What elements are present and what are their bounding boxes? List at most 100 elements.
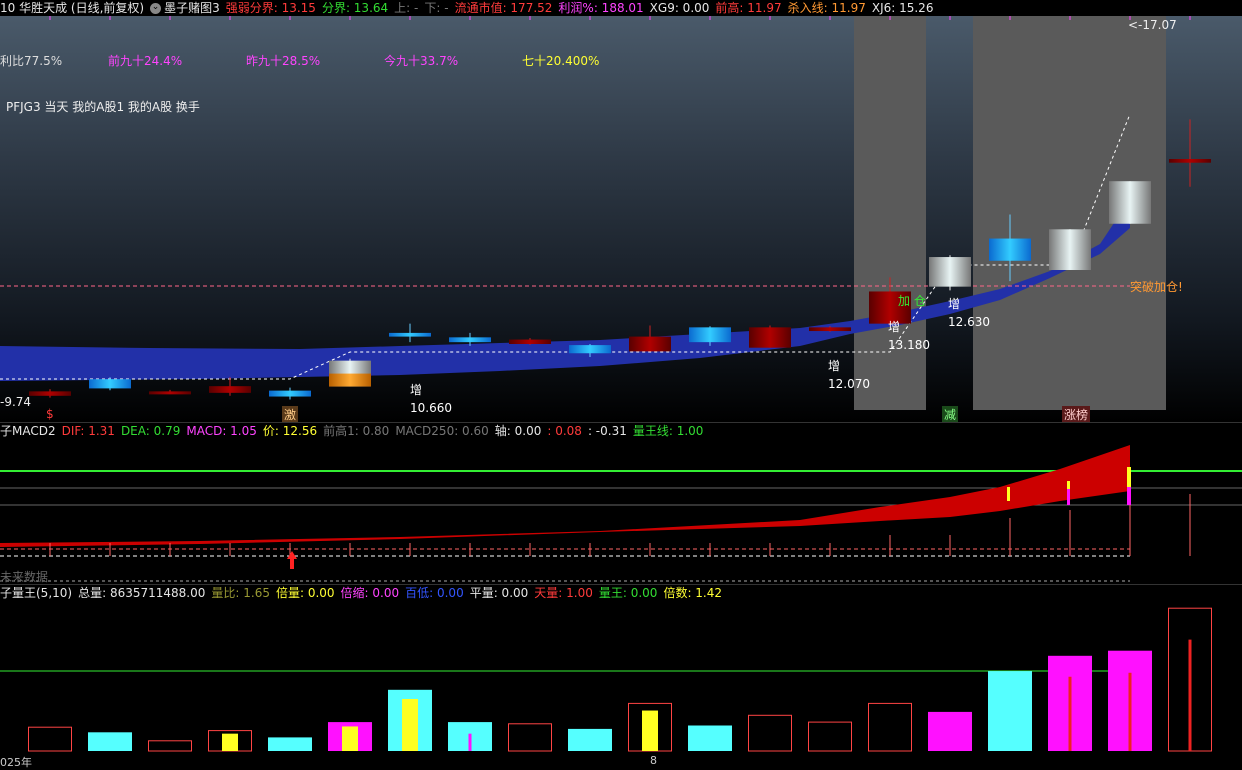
candle-body-lower [329,373,371,387]
indicator-item: MACD: 1.05 [186,424,257,438]
dollar-marker: $ [46,407,54,421]
zhangting-marker: 涨榜 [1062,406,1091,423]
volume-bar [88,732,132,751]
future-data-label: 未来数据 [0,570,49,584]
annotation-value: 12.630 [948,315,990,329]
indicator-item: 强弱分界: 13.15 [225,1,316,15]
indicator-item: 子MACD2 [0,424,56,438]
macd-yellow-mark [1067,481,1070,489]
volume-indicator-row: 子量王(5,10) 总量: 8635711488.00 量比: 1.65 倍量: 0.… [0,585,728,601]
candle-body [629,336,671,352]
indicator-item: 利润%: 188.01 [558,1,644,15]
indicator-item: : -0.31 [587,424,627,438]
stat-item: 昨九十28.5% [246,54,321,68]
candle-body [929,257,971,287]
main-chart-panel[interactable]: 利比77.5% 前九十24.4% 昨九十28.5% 今九十33.7% 七十20.400%… [0,16,1242,423]
candle-body [89,379,131,389]
candle-body [989,238,1031,261]
annotation-tag: 增 [828,359,841,373]
indicator-item: 墨子赌图3 [164,1,220,15]
xaxis-left-label: 025年 [0,756,32,769]
indicator-item: 杀入线: 11.97 [787,1,866,15]
candle-body [809,327,851,332]
volume-bar [928,711,972,751]
volume-inner-bar [222,733,238,751]
indicator-list: PFJG3 当天 我的A股1 我的A股 换手 [6,100,200,114]
annotation-3: 增 13.180 [888,318,930,354]
candle-body [509,339,551,344]
xaxis-mid-label: 8 [650,754,657,767]
volume-inner-bar [402,698,418,751]
top-price-label: <-17.07 [1128,18,1177,32]
indicator-item: 前高: 11.97 [715,1,782,15]
indicator-item: DEA: 0.79 [120,424,181,438]
volume-bar [568,728,612,751]
annotation-value: 12.070 [828,377,870,391]
annotation-tag: 增 [888,320,901,334]
up-arrow-icon [287,551,297,569]
macd-yellow-mark [1127,467,1131,487]
indicator-item: 子量王(5,10) [0,586,73,600]
candle-body [449,337,491,343]
support-step-line [0,113,1131,380]
stat-item: 七十20.400% [522,54,600,68]
annotation-tag: 增 [410,383,423,397]
indicator-item: MACD250: 0.60 [395,424,489,438]
volume-panel[interactable]: 子量王(5,10) 总量: 8635711488.00 量比: 1.65 倍量: 0.… [0,584,1242,769]
indicator-item: XJ6: 15.26 [871,1,934,15]
volume-inner-bar [468,733,472,751]
annotation-2: 增 12.070 [828,357,870,393]
indicator-item: 分界: 13.64 [321,1,389,15]
indicator-item: 下: - [424,1,449,15]
annotation-value: 10.660 [410,401,452,415]
candle-body [389,332,431,337]
indicator-item: 流通市值: 177.52 [454,1,553,15]
candle-body [149,391,191,395]
jian-marker: 减 [942,406,959,423]
indicator-item: 倍数: 1.42 [663,586,723,600]
header-bar: 10 华胜天成 (日线,前复权) ⌄ 墨子赌图3 强弱分界: 13.15 分界: 13.… [0,0,1242,16]
candlestick-chart[interactable] [0,16,1242,422]
ji-marker: 激 [282,406,299,423]
volume-inner-bar [1188,639,1192,751]
indicator-item: XG9: 0.00 [649,1,710,15]
volume-inner-bar [642,710,658,751]
indicator-item: 轴: 0.00 [494,424,542,438]
indicator-item: 天量: 1.00 [534,586,593,600]
stat-item: 前九十24.4% [108,54,183,68]
macd-yellow-mark [1007,487,1010,501]
candle-body [1049,229,1091,270]
volume-inner-bar [1128,672,1132,751]
indicator-item: DIF: 1.31 [61,424,115,438]
volume-bar [28,726,72,752]
indicator-item: 量比: 1.65 [211,586,270,600]
breakout-label: 突破加仓! [1130,280,1183,294]
macd-panel[interactable]: 子MACD2 DIF: 1.31 DEA: 0.79 MACD: 1.05 价: 12.… [0,422,1242,585]
volume-bar [868,702,912,752]
candle-body [269,390,311,397]
volume-bar [148,740,192,752]
volume-bar [268,737,312,751]
candle-body [749,327,791,348]
volume-inner-bar [1068,676,1072,751]
volume-inner-bar [342,726,358,751]
macd-chart[interactable] [0,423,1242,585]
left-value: -9.74 [0,395,32,409]
volume-chart[interactable] [0,585,1242,766]
volume-bar [808,721,852,752]
indicator-item: 价: 12.56 [262,424,318,438]
macd-magenta-mark [1067,489,1070,505]
indicator-item: 量王: 0.00 [598,586,658,600]
header-indicator-row: 10 华胜天成 (日线,前复权) ⌄ 墨子赌图3 强弱分界: 13.15 分界: 13.… [0,0,939,16]
trend-band [0,199,1130,381]
candle-body [209,386,251,393]
macd-indicator-row: 子MACD2 DIF: 1.31 DEA: 0.79 MACD: 1.05 价: 12.… [0,423,709,439]
volume-bar [508,723,552,752]
annotation-1: 增 10.660 [410,381,452,417]
top-price-value: 17.07 [1142,18,1177,32]
indicator-item: 总量: 8635711488.00 [78,586,206,600]
indicator-item: 上: - [394,1,419,15]
macd-magenta-mark [1127,487,1131,505]
chevron-down-icon[interactable]: ⌄ [150,3,162,14]
volume-bar [748,714,792,752]
